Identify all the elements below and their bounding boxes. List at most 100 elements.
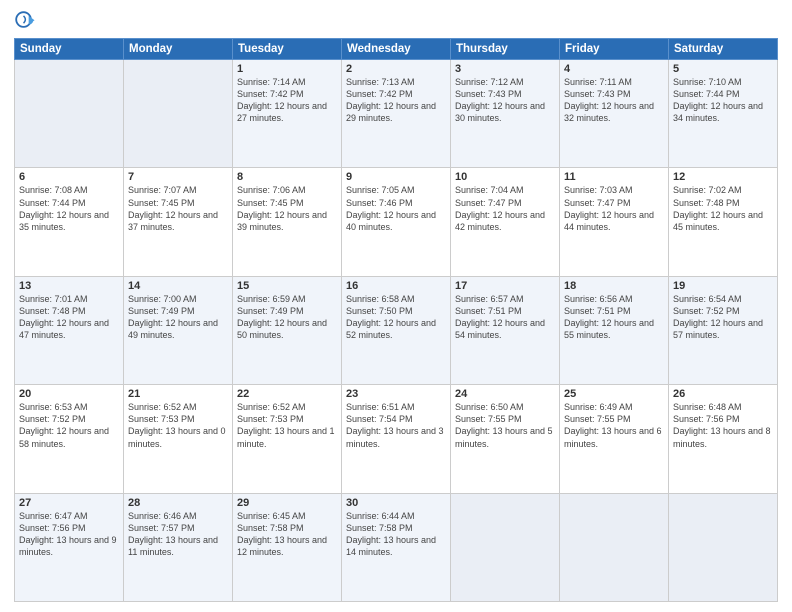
day-info: Sunrise: 7:14 AM Sunset: 7:42 PM Dayligh… [237,76,337,125]
calendar-cell: 7Sunrise: 7:07 AM Sunset: 7:45 PM Daylig… [124,168,233,276]
calendar-header-wednesday: Wednesday [342,39,451,60]
day-number: 1 [237,63,337,75]
header [14,10,778,32]
day-info: Sunrise: 6:59 AM Sunset: 7:49 PM Dayligh… [237,293,337,342]
day-info: Sunrise: 7:10 AM Sunset: 7:44 PM Dayligh… [673,76,773,125]
calendar-week-row: 20Sunrise: 6:53 AM Sunset: 7:52 PM Dayli… [15,385,778,493]
calendar-cell: 24Sunrise: 6:50 AM Sunset: 7:55 PM Dayli… [451,385,560,493]
calendar-cell: 6Sunrise: 7:08 AM Sunset: 7:44 PM Daylig… [15,168,124,276]
calendar-cell: 2Sunrise: 7:13 AM Sunset: 7:42 PM Daylig… [342,60,451,168]
calendar-header-monday: Monday [124,39,233,60]
day-number: 8 [237,171,337,183]
day-info: Sunrise: 7:02 AM Sunset: 7:48 PM Dayligh… [673,184,773,233]
calendar-cell: 28Sunrise: 6:46 AM Sunset: 7:57 PM Dayli… [124,493,233,601]
calendar-cell: 1Sunrise: 7:14 AM Sunset: 7:42 PM Daylig… [233,60,342,168]
day-info: Sunrise: 6:53 AM Sunset: 7:52 PM Dayligh… [19,401,119,450]
page: SundayMondayTuesdayWednesdayThursdayFrid… [0,0,792,612]
day-info: Sunrise: 6:51 AM Sunset: 7:54 PM Dayligh… [346,401,446,450]
day-number: 27 [19,497,119,509]
day-info: Sunrise: 6:46 AM Sunset: 7:57 PM Dayligh… [128,510,228,559]
calendar-cell: 8Sunrise: 7:06 AM Sunset: 7:45 PM Daylig… [233,168,342,276]
day-number: 28 [128,497,228,509]
calendar-cell: 14Sunrise: 7:00 AM Sunset: 7:49 PM Dayli… [124,276,233,384]
calendar: SundayMondayTuesdayWednesdayThursdayFrid… [14,38,778,602]
day-number: 10 [455,171,555,183]
calendar-header-tuesday: Tuesday [233,39,342,60]
calendar-cell: 15Sunrise: 6:59 AM Sunset: 7:49 PM Dayli… [233,276,342,384]
day-info: Sunrise: 6:48 AM Sunset: 7:56 PM Dayligh… [673,401,773,450]
calendar-cell: 20Sunrise: 6:53 AM Sunset: 7:52 PM Dayli… [15,385,124,493]
day-info: Sunrise: 7:04 AM Sunset: 7:47 PM Dayligh… [455,184,555,233]
day-number: 25 [564,388,664,400]
calendar-cell [124,60,233,168]
calendar-cell [15,60,124,168]
day-info: Sunrise: 6:49 AM Sunset: 7:55 PM Dayligh… [564,401,664,450]
calendar-week-row: 6Sunrise: 7:08 AM Sunset: 7:44 PM Daylig… [15,168,778,276]
calendar-cell: 29Sunrise: 6:45 AM Sunset: 7:58 PM Dayli… [233,493,342,601]
calendar-cell: 12Sunrise: 7:02 AM Sunset: 7:48 PM Dayli… [669,168,778,276]
day-number: 16 [346,280,446,292]
calendar-cell: 30Sunrise: 6:44 AM Sunset: 7:58 PM Dayli… [342,493,451,601]
day-info: Sunrise: 6:44 AM Sunset: 7:58 PM Dayligh… [346,510,446,559]
day-info: Sunrise: 7:12 AM Sunset: 7:43 PM Dayligh… [455,76,555,125]
day-info: Sunrise: 7:06 AM Sunset: 7:45 PM Dayligh… [237,184,337,233]
calendar-week-row: 27Sunrise: 6:47 AM Sunset: 7:56 PM Dayli… [15,493,778,601]
calendar-cell: 23Sunrise: 6:51 AM Sunset: 7:54 PM Dayli… [342,385,451,493]
day-number: 21 [128,388,228,400]
calendar-header-friday: Friday [560,39,669,60]
day-info: Sunrise: 6:47 AM Sunset: 7:56 PM Dayligh… [19,510,119,559]
calendar-cell: 19Sunrise: 6:54 AM Sunset: 7:52 PM Dayli… [669,276,778,384]
calendar-cell: 3Sunrise: 7:12 AM Sunset: 7:43 PM Daylig… [451,60,560,168]
calendar-cell: 16Sunrise: 6:58 AM Sunset: 7:50 PM Dayli… [342,276,451,384]
calendar-cell: 26Sunrise: 6:48 AM Sunset: 7:56 PM Dayli… [669,385,778,493]
day-number: 7 [128,171,228,183]
calendar-header-thursday: Thursday [451,39,560,60]
day-number: 23 [346,388,446,400]
logo [14,10,40,32]
day-number: 19 [673,280,773,292]
day-number: 20 [19,388,119,400]
day-number: 22 [237,388,337,400]
day-number: 24 [455,388,555,400]
calendar-cell [451,493,560,601]
day-number: 17 [455,280,555,292]
day-info: Sunrise: 6:50 AM Sunset: 7:55 PM Dayligh… [455,401,555,450]
day-number: 12 [673,171,773,183]
day-info: Sunrise: 6:52 AM Sunset: 7:53 PM Dayligh… [128,401,228,450]
calendar-cell: 11Sunrise: 7:03 AM Sunset: 7:47 PM Dayli… [560,168,669,276]
day-number: 15 [237,280,337,292]
day-number: 30 [346,497,446,509]
day-info: Sunrise: 6:57 AM Sunset: 7:51 PM Dayligh… [455,293,555,342]
day-info: Sunrise: 6:56 AM Sunset: 7:51 PM Dayligh… [564,293,664,342]
day-number: 26 [673,388,773,400]
day-number: 5 [673,63,773,75]
day-number: 6 [19,171,119,183]
calendar-header-saturday: Saturday [669,39,778,60]
day-number: 13 [19,280,119,292]
day-number: 4 [564,63,664,75]
day-info: Sunrise: 7:08 AM Sunset: 7:44 PM Dayligh… [19,184,119,233]
day-info: Sunrise: 6:45 AM Sunset: 7:58 PM Dayligh… [237,510,337,559]
calendar-cell: 21Sunrise: 6:52 AM Sunset: 7:53 PM Dayli… [124,385,233,493]
day-info: Sunrise: 7:07 AM Sunset: 7:45 PM Dayligh… [128,184,228,233]
calendar-cell: 18Sunrise: 6:56 AM Sunset: 7:51 PM Dayli… [560,276,669,384]
calendar-week-row: 1Sunrise: 7:14 AM Sunset: 7:42 PM Daylig… [15,60,778,168]
calendar-cell: 9Sunrise: 7:05 AM Sunset: 7:46 PM Daylig… [342,168,451,276]
calendar-cell [560,493,669,601]
calendar-cell: 10Sunrise: 7:04 AM Sunset: 7:47 PM Dayli… [451,168,560,276]
calendar-cell: 27Sunrise: 6:47 AM Sunset: 7:56 PM Dayli… [15,493,124,601]
day-info: Sunrise: 6:58 AM Sunset: 7:50 PM Dayligh… [346,293,446,342]
day-info: Sunrise: 7:01 AM Sunset: 7:48 PM Dayligh… [19,293,119,342]
day-number: 3 [455,63,555,75]
day-number: 14 [128,280,228,292]
logo-icon [14,10,36,32]
calendar-cell [669,493,778,601]
calendar-week-row: 13Sunrise: 7:01 AM Sunset: 7:48 PM Dayli… [15,276,778,384]
day-info: Sunrise: 7:13 AM Sunset: 7:42 PM Dayligh… [346,76,446,125]
calendar-header-sunday: Sunday [15,39,124,60]
calendar-cell: 22Sunrise: 6:52 AM Sunset: 7:53 PM Dayli… [233,385,342,493]
day-number: 9 [346,171,446,183]
calendar-header-row: SundayMondayTuesdayWednesdayThursdayFrid… [15,39,778,60]
day-number: 29 [237,497,337,509]
day-info: Sunrise: 7:05 AM Sunset: 7:46 PM Dayligh… [346,184,446,233]
